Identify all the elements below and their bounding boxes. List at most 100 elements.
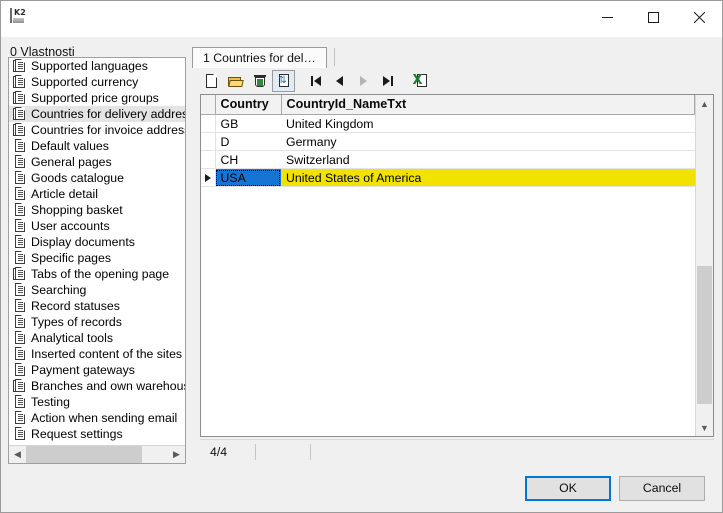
page-icon bbox=[13, 139, 25, 153]
list-item[interactable]: Countries for invoice addresses bbox=[9, 122, 185, 138]
cancel-button[interactable]: Cancel bbox=[619, 475, 705, 501]
list-item[interactable]: Article detail bbox=[9, 186, 185, 202]
scroll-right-icon[interactable]: ▶ bbox=[168, 446, 185, 463]
open-folder-icon bbox=[227, 75, 244, 88]
grid-empty-space bbox=[201, 187, 695, 436]
list-item-label: Action when sending email bbox=[31, 411, 178, 425]
list-item[interactable]: Request settings bbox=[9, 426, 185, 442]
app-k2-icon: K2 bbox=[7, 6, 29, 28]
list-item[interactable]: Specific pages bbox=[9, 250, 185, 266]
table-row[interactable]: D Germany bbox=[201, 132, 695, 151]
row-header[interactable] bbox=[201, 114, 216, 133]
scroll-left-icon[interactable]: ◀ bbox=[9, 446, 26, 463]
table-row[interactable]: CH Switzerland bbox=[201, 150, 695, 169]
list-item-label: Request settings bbox=[31, 427, 123, 441]
grid-vertical-scrollbar[interactable]: ▲ ▼ bbox=[695, 95, 713, 436]
new-record-button[interactable] bbox=[200, 70, 223, 92]
tab-strip-divider bbox=[333, 48, 335, 66]
list-item[interactable]: Inserted content of the sites bbox=[9, 346, 185, 362]
cell-country[interactable]: GB bbox=[215, 114, 281, 133]
list-item[interactable]: Default values bbox=[9, 138, 185, 154]
list-item[interactable]: General pages bbox=[9, 154, 185, 170]
close-button[interactable] bbox=[676, 1, 722, 33]
list-item-label: Supported languages bbox=[31, 59, 148, 73]
list-item-label: Searching bbox=[31, 283, 87, 297]
list-item[interactable]: Countries for delivery addresses bbox=[9, 106, 185, 122]
list-item[interactable]: Testing bbox=[9, 394, 185, 410]
ok-button[interactable]: OK bbox=[525, 475, 611, 501]
new-document-icon bbox=[206, 74, 217, 88]
cell-countryid-nametxt[interactable]: United Kingdom bbox=[281, 114, 695, 133]
list-item-label: Branches and own warehouses bbox=[31, 379, 185, 393]
list-item[interactable]: Shopping basket bbox=[9, 202, 185, 218]
last-record-button[interactable] bbox=[376, 70, 399, 92]
list-item[interactable]: Branches and own warehouses bbox=[9, 378, 185, 394]
multi-page-icon bbox=[13, 59, 25, 73]
page-icon bbox=[13, 251, 25, 265]
column-header-country[interactable]: Country bbox=[215, 95, 282, 115]
countries-grid: Country CountryId_NameTxt GB United Kingd… bbox=[200, 94, 714, 437]
cell-countryid-nametxt[interactable]: Switzerland bbox=[281, 150, 695, 169]
scroll-down-icon[interactable]: ▼ bbox=[696, 419, 713, 436]
export-excel-button[interactable]: X bbox=[408, 70, 431, 92]
list-item[interactable]: Searching bbox=[9, 282, 185, 298]
list-item[interactable]: Analytical tools bbox=[9, 330, 185, 346]
row-header[interactable] bbox=[201, 168, 216, 187]
list-item-label: General pages bbox=[31, 155, 112, 169]
nav-previous-icon bbox=[336, 76, 343, 86]
next-record-button[interactable] bbox=[352, 70, 375, 92]
status-cell-three bbox=[311, 444, 714, 460]
list-item[interactable]: Display documents bbox=[9, 234, 185, 250]
nav-next-icon bbox=[360, 76, 367, 86]
grid-table: Country CountryId_NameTxt GB United Kingd… bbox=[201, 95, 695, 187]
table-row[interactable]: USA United States of America bbox=[201, 168, 695, 187]
list-item[interactable]: Supported price groups bbox=[9, 90, 185, 106]
list-item[interactable]: Supported currency bbox=[9, 74, 185, 90]
title-bar: K2 bbox=[1, 1, 722, 37]
vscroll-track[interactable] bbox=[696, 112, 713, 419]
cell-country[interactable]: CH bbox=[215, 150, 281, 169]
previous-record-button[interactable] bbox=[328, 70, 351, 92]
row-header[interactable] bbox=[201, 150, 216, 169]
hscroll-thumb[interactable] bbox=[26, 446, 143, 463]
cell-country[interactable]: D bbox=[215, 132, 281, 151]
list-item[interactable]: Goods catalogue bbox=[9, 170, 185, 186]
trash-icon bbox=[253, 74, 266, 88]
list-item[interactable]: Supported languages bbox=[9, 58, 185, 74]
cell-countryid-nametxt[interactable]: Germany bbox=[281, 132, 695, 151]
row-header[interactable] bbox=[201, 132, 216, 151]
cell-country[interactable]: USA bbox=[215, 168, 281, 187]
list-item[interactable]: Record statuses bbox=[9, 298, 185, 314]
column-header-countryid-nametxt[interactable]: CountryId_NameTxt bbox=[281, 95, 695, 115]
tab-panel: ⇅ X Country CountryId_NameTxt GB United … bbox=[192, 68, 714, 464]
list-item-label: Testing bbox=[31, 395, 70, 409]
maximize-button[interactable] bbox=[630, 1, 676, 33]
page-icon bbox=[13, 235, 25, 249]
grid-status-bar: 4/4 bbox=[200, 439, 714, 464]
properties-listbox[interactable]: Supported languages Supported currency Sup… bbox=[8, 57, 186, 464]
list-item[interactable]: Types of records bbox=[9, 314, 185, 330]
multi-page-icon bbox=[13, 123, 25, 137]
delete-record-button[interactable] bbox=[248, 70, 271, 92]
first-record-button[interactable] bbox=[304, 70, 327, 92]
list-item[interactable]: Payment gateways bbox=[9, 362, 185, 378]
open-record-button[interactable] bbox=[224, 70, 247, 92]
list-item[interactable]: User accounts bbox=[9, 218, 185, 234]
vscroll-thumb[interactable] bbox=[697, 265, 712, 404]
list-item-label: Default values bbox=[31, 139, 109, 153]
hscroll-track[interactable] bbox=[26, 446, 168, 463]
list-item-label: Analytical tools bbox=[31, 331, 114, 345]
list-item-label: Article detail bbox=[31, 187, 98, 201]
tab-countries-for-delivery[interactable]: 1 Countries for del… bbox=[192, 47, 327, 68]
minimize-button[interactable] bbox=[584, 1, 630, 33]
multi-page-icon bbox=[13, 75, 25, 89]
list-item-label: Shopping basket bbox=[31, 203, 123, 217]
scroll-up-icon[interactable]: ▲ bbox=[696, 95, 713, 112]
refresh-button[interactable]: ⇅ bbox=[272, 70, 295, 92]
table-row[interactable]: GB United Kingdom bbox=[201, 114, 695, 133]
list-item[interactable]: Tabs of the opening page bbox=[9, 266, 185, 282]
properties-horizontal-scrollbar[interactable]: ◀ ▶ bbox=[9, 445, 185, 463]
cell-countryid-nametxt[interactable]: United States of America bbox=[281, 168, 695, 187]
list-item[interactable]: Action when sending email bbox=[9, 410, 185, 426]
list-item-label: Tabs of the opening page bbox=[31, 267, 170, 281]
